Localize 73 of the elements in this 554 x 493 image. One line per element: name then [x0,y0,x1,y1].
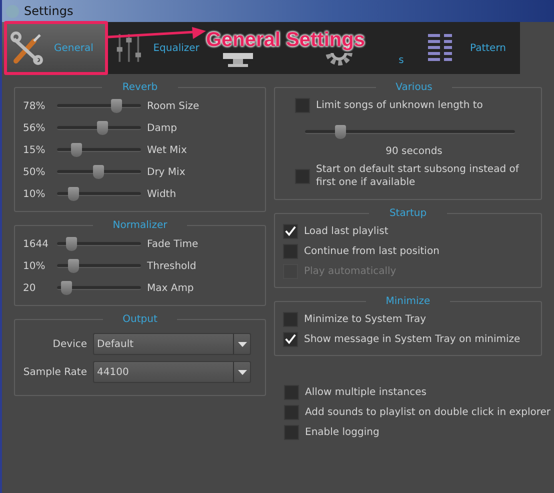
slider-value: 10% [23,188,46,200]
slider-thumb[interactable] [93,165,104,179]
caret-icon [238,342,246,346]
slider-thumb[interactable] [68,187,79,201]
annotation-label: General Settings [206,29,365,52]
slider[interactable] [57,99,141,113]
tools-icon [10,31,44,65]
slider-value: 1644 [23,238,50,250]
checkbox-label: Continue from last position [304,244,440,258]
slider[interactable] [305,125,515,139]
group-title: Minimize [384,296,432,307]
slider[interactable] [57,187,141,201]
slider-value: 78% [23,100,46,112]
gear-icon [324,53,354,67]
slider-label: Fade Time [147,238,198,250]
tab[interactable]: s [316,53,418,74]
slider[interactable] [57,121,141,135]
group-title: Reverb [121,82,159,93]
checkbox-label: Start on default start subsong instead of first one if available [316,163,520,189]
field-label: Device [52,338,87,350]
slider-label: Wet Mix [147,144,187,156]
checkbox[interactable] [283,244,298,258]
slider-thumb[interactable] [66,237,78,251]
slider-label: Threshold [147,260,196,272]
slider[interactable] [57,143,141,157]
slider-label: Room Size [147,100,200,112]
checkbox[interactable] [295,98,310,112]
window-title: Settings [24,4,74,18]
checkbox-label: Add sounds to playlist on double click in explorer [305,406,551,418]
checkbox[interactable] [295,168,310,184]
checkbox[interactable] [284,404,299,420]
dropdown[interactable]: Default [93,333,251,355]
group-title: Output [122,314,158,325]
slider-value: 20 [23,282,37,294]
group-title: Various [394,82,434,93]
slider[interactable] [57,281,141,295]
slider-value: 15% [23,144,46,156]
equalizer-icon [115,31,144,65]
monitor-icon [221,53,256,69]
slider[interactable] [57,237,141,251]
slider-value: 90 seconds [384,146,444,157]
slider-thumb[interactable] [68,259,79,273]
slider[interactable] [57,259,141,273]
checkbox[interactable] [283,332,298,346]
slider-label: Damp [147,122,177,134]
checkbox[interactable] [283,224,298,238]
slider-value: 50% [23,166,46,178]
slider-value: 56% [23,122,46,134]
slider-label: Max Amp [147,282,194,294]
checkbox[interactable] [284,424,299,440]
checkbox-label: Limit songs of unknown length to [316,98,483,112]
slider-thumb[interactable] [60,281,72,295]
checkbox-label: Load last playlist [304,224,388,238]
slider-thumb[interactable] [96,121,108,135]
slider[interactable] [57,165,141,179]
checkbox-label: Enable logging [305,426,380,438]
slider-thumb[interactable] [111,99,122,113]
checkbox-label: Allow multiple instances [305,386,426,398]
slider-value: 10% [23,260,46,272]
checkbox-label: Show message in System Tray on minimize [304,332,520,346]
slider-thumb[interactable] [71,143,82,157]
caret-icon [238,370,246,374]
group-title: Normalizer [112,220,168,231]
tab[interactable]: Pattern [418,22,520,74]
checkbox[interactable] [284,384,299,400]
slider-label: Dry Mix [147,166,186,178]
dropdown[interactable]: 44100 [93,361,251,383]
slider-thumb[interactable] [334,125,346,139]
field-label: Sample Rate [23,366,87,378]
group-title: Startup [388,208,428,219]
checkbox[interactable] [283,312,298,326]
slider-label: Width [147,188,176,200]
checkbox-label: Minimize to System Tray [304,312,426,326]
